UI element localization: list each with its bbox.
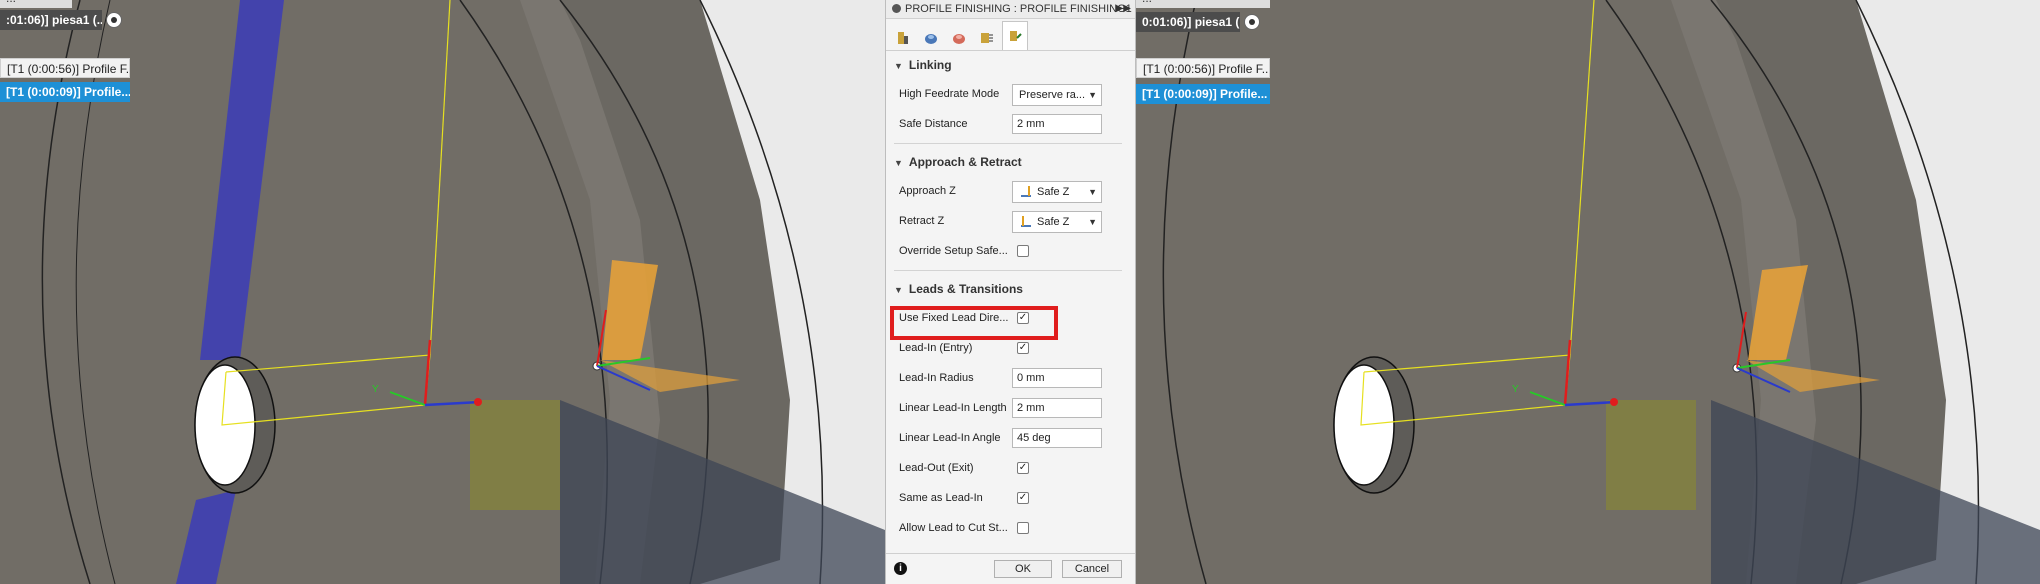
lead-in-radius-label: Lead-In Radius xyxy=(899,372,974,384)
high-feedrate-mode-label: High Feedrate Mode xyxy=(899,88,1000,100)
high-feedrate-mode-select[interactable]: Preserve ra... ▼ xyxy=(1012,84,1102,106)
expand-arrow-icon[interactable]: ▶▶ xyxy=(1116,0,1131,18)
collapse-triangle-icon: ▼ xyxy=(894,61,903,71)
divider xyxy=(894,143,1122,144)
ok-button[interactable]: OK xyxy=(994,560,1052,578)
heights-icon xyxy=(953,33,965,44)
section-linking-label: Linking xyxy=(908,58,952,72)
retract-z-value: Safe Z xyxy=(1037,216,1070,228)
collapse-icon[interactable] xyxy=(892,4,901,13)
row-retract-z: Retract Z Safe Z ▼ xyxy=(886,206,1135,236)
model-canvas-right[interactable]: Y xyxy=(1136,0,2040,584)
linear-lead-in-angle-label: Linear Lead-In Angle xyxy=(899,432,1001,444)
same-as-lead-in-label: Same as Lead-In xyxy=(899,492,983,504)
safe-z-icon xyxy=(1021,186,1031,197)
browser-item-setup[interactable]: :01:06)] piesa1 (... xyxy=(0,10,102,30)
lead-in-radius-input[interactable]: 0 mm xyxy=(1012,368,1102,388)
visibility-icon[interactable] xyxy=(106,12,122,28)
linear-lead-in-angle-input[interactable]: 45 deg xyxy=(1012,428,1102,448)
chevron-down-icon: ▼ xyxy=(1088,187,1097,197)
lead-out-exit-checkbox[interactable]: ✓ xyxy=(1017,462,1029,474)
safe-z-icon xyxy=(1021,216,1031,227)
approach-z-value: Safe Z xyxy=(1037,186,1070,198)
info-icon[interactable]: i xyxy=(894,562,907,575)
safe-distance-input[interactable]: 2 mm xyxy=(1012,114,1102,134)
row-lead-out-exit: Lead-Out (Exit) ✓ xyxy=(886,453,1135,483)
section-leads-label: Leads & Transitions xyxy=(908,282,1023,296)
row-lead-in-radius: Lead-In Radius 0 mm xyxy=(886,363,1135,393)
lead-out-exit-label: Lead-Out (Exit) xyxy=(899,462,974,474)
allow-lead-cut-label: Allow Lead to Cut St... xyxy=(899,522,1008,534)
geometry-icon xyxy=(925,33,937,44)
model-canvas-left[interactable]: Y xyxy=(0,0,885,584)
divider xyxy=(894,270,1122,271)
linear-lead-in-length-label: Linear Lead-In Length xyxy=(899,402,1007,414)
approach-z-select[interactable]: Safe Z ▼ xyxy=(1012,181,1102,203)
retract-z-select[interactable]: Safe Z ▼ xyxy=(1012,211,1102,233)
override-setup-checkbox[interactable] xyxy=(1017,245,1029,257)
tool-icon xyxy=(898,31,908,44)
visibility-icon[interactable] xyxy=(1244,14,1260,30)
browser-item-profile-56[interactable]: [T1 (0:00:56)] Profile F... xyxy=(0,58,130,78)
retract-z-label: Retract Z xyxy=(899,215,945,227)
linking-icon xyxy=(1010,31,1022,41)
tab-heights[interactable] xyxy=(946,24,972,50)
lead-in-entry-checkbox[interactable]: ✓ xyxy=(1017,342,1029,354)
same-as-lead-in-checkbox[interactable]: ✓ xyxy=(1017,492,1029,504)
row-approach-z: Approach Z Safe Z ▼ xyxy=(886,176,1135,206)
high-feedrate-mode-value: Preserve ra... xyxy=(1019,89,1086,101)
browser-item-top[interactable]: ... xyxy=(0,0,72,8)
highlight-box xyxy=(890,306,1058,340)
collapse-triangle-icon: ▼ xyxy=(894,158,903,168)
section-leads-transitions[interactable]: ▼ Leads & Transitions xyxy=(886,275,1135,303)
section-linking[interactable]: ▼ Linking xyxy=(886,51,1135,79)
profile-finishing-dialog: PROFILE FINISHING : PROFILE FINISHING1 (… xyxy=(885,0,1136,584)
row-override-setup: Override Setup Safe... xyxy=(886,236,1135,266)
dialog-tabs xyxy=(886,19,1135,51)
axis-y-label: Y xyxy=(372,384,379,395)
browser-item-setup-right[interactable]: 0:01:06)] piesa1 (... xyxy=(1136,12,1240,32)
row-high-feedrate-mode: High Feedrate Mode Preserve ra... ▼ xyxy=(886,79,1135,109)
cancel-button[interactable]: Cancel xyxy=(1062,560,1122,578)
section-approach-label: Approach & Retract xyxy=(908,155,1022,169)
tab-linking[interactable] xyxy=(1002,21,1028,50)
row-allow-lead-cut: Allow Lead to Cut St... xyxy=(886,513,1135,543)
axis-y-label-right: Y xyxy=(1512,384,1519,395)
tab-passes[interactable] xyxy=(974,24,1000,50)
allow-lead-cut-checkbox[interactable] xyxy=(1017,522,1029,534)
dialog-footer: i OK Cancel xyxy=(886,553,1135,584)
row-same-as-lead-in: Same as Lead-In ✓ xyxy=(886,483,1135,513)
browser-item-top-right[interactable]: ... xyxy=(1136,0,1270,8)
viewport-left[interactable]: Y ... :01:06)] piesa1 (... [T1 (0:00:56)… xyxy=(0,0,885,584)
safe-distance-label: Safe Distance xyxy=(899,118,968,130)
approach-z-label: Approach Z xyxy=(899,185,956,197)
dialog-title-bar[interactable]: PROFILE FINISHING : PROFILE FINISHING1 (… xyxy=(886,0,1135,19)
browser-item-profile-56-right[interactable]: [T1 (0:00:56)] Profile F... xyxy=(1136,58,1270,78)
dialog-title: PROFILE FINISHING : PROFILE FINISHING1 (… xyxy=(905,3,1135,15)
row-safe-distance: Safe Distance 2 mm xyxy=(886,109,1135,139)
passes-icon xyxy=(981,32,993,43)
linear-lead-in-length-input[interactable]: 2 mm xyxy=(1012,398,1102,418)
browser-item-profile-9-right[interactable]: [T1 (0:00:09)] Profile... xyxy=(1136,84,1270,104)
browser-item-profile-9[interactable]: [T1 (0:00:09)] Profile... xyxy=(0,82,130,102)
row-linear-lead-in-length: Linear Lead-In Length 2 mm xyxy=(886,393,1135,423)
viewport-right[interactable]: Y ... 0:01:06)] piesa1 (... [T1 (0:00:56… xyxy=(1136,0,2040,584)
section-approach-retract[interactable]: ▼ Approach & Retract xyxy=(886,148,1135,176)
chevron-down-icon: ▼ xyxy=(1088,90,1097,100)
tab-tool[interactable] xyxy=(890,24,916,50)
row-linear-lead-in-angle: Linear Lead-In Angle 45 deg xyxy=(886,423,1135,453)
chevron-down-icon: ▼ xyxy=(1088,217,1097,227)
override-setup-label: Override Setup Safe... xyxy=(899,245,1008,257)
collapse-triangle-icon: ▼ xyxy=(894,285,903,295)
tab-geometry[interactable] xyxy=(918,24,944,50)
